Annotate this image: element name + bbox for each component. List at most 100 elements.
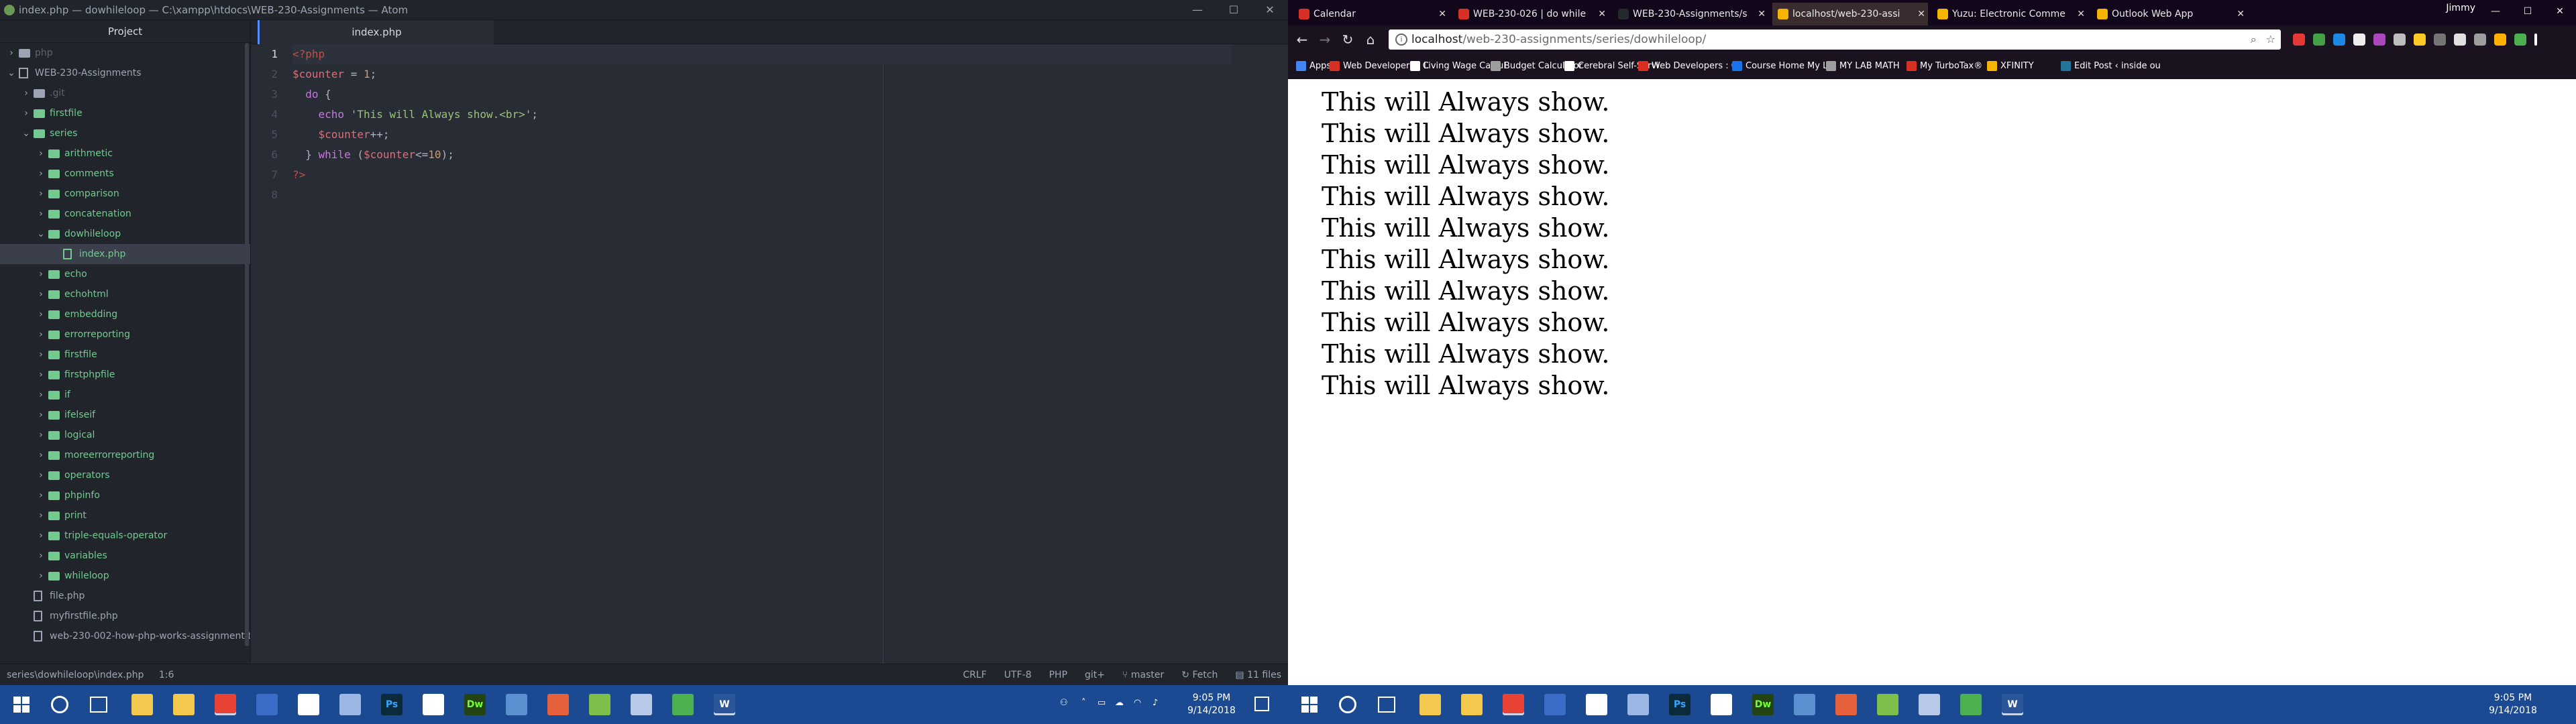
tree-folder-item[interactable]: › firstfile	[0, 103, 250, 123]
tree-folder-item[interactable]: › echohtml	[0, 284, 250, 304]
bookmark-item[interactable]: Web Developers : C	[1637, 54, 1737, 79]
close-button[interactable]: ✕	[1252, 0, 1288, 20]
app-cloud-icon[interactable]	[631, 694, 652, 715]
chrome-maximize-button[interactable]: ☐	[2512, 0, 2544, 25]
tree-folder-item[interactable]: › logical	[0, 425, 250, 445]
chevron-right-icon[interactable]: ›	[36, 184, 46, 204]
chevron-right-icon[interactable]: ›	[36, 425, 46, 445]
tree-folder-item[interactable]: › embedding	[0, 304, 250, 324]
chrome-tab[interactable]: Outlook Web App ✕	[2092, 3, 2247, 25]
store-icon[interactable]	[1461, 694, 1483, 715]
code-editor[interactable]: 1 2 3 4 5 6 7 8 <?php $counter = 1; do { echo '…	[251, 44, 1288, 664]
extension-icon[interactable]	[2293, 34, 2305, 46]
extension-icon[interactable]	[2373, 34, 2385, 46]
profile-name[interactable]: Jimmy	[2446, 3, 2475, 13]
status-git[interactable]: git+	[1085, 664, 1105, 686]
tree-folder-item[interactable]: › triple-equals-operator	[0, 526, 250, 546]
sticky-icon[interactable]	[672, 694, 694, 715]
chevron-down-icon[interactable]: ⌄	[36, 224, 46, 244]
chevron-right-icon[interactable]: ›	[36, 385, 46, 405]
extension-icon[interactable]	[2434, 34, 2446, 46]
tree-folder-item[interactable]: ⌄ series	[0, 123, 250, 143]
notifications-icon[interactable]	[1254, 697, 1269, 711]
dreamweaver-icon[interactable]: Dw	[464, 694, 486, 715]
chevron-right-icon[interactable]: ›	[36, 304, 46, 324]
tree-folder-item[interactable]: › .git	[0, 83, 250, 103]
chrome-minimize-button[interactable]: —	[2479, 0, 2512, 25]
chevron-right-icon[interactable]: ›	[21, 83, 31, 103]
taskbar-clock[interactable]: 9:05 PM 9/14/2018	[2486, 692, 2540, 717]
project-tab[interactable]: Project	[0, 20, 250, 43]
bookmark-star-icon[interactable]: ☆	[2266, 29, 2275, 50]
tree-folder-item[interactable]: › ifelseif	[0, 405, 250, 425]
chevron-right-icon[interactable]: ›	[7, 43, 16, 63]
tree-file-item[interactable]: myfirstfile.php	[0, 606, 250, 626]
extension-icon[interactable]	[2353, 34, 2365, 46]
status-files[interactable]: ▤ 11 files	[1235, 664, 1281, 686]
word-icon[interactable]: W	[714, 694, 735, 715]
tab-close-icon[interactable]: ✕	[1917, 3, 1925, 25]
chrome-close-button[interactable]: ✕	[2544, 0, 2576, 25]
task-view-icon[interactable]	[1378, 697, 1395, 713]
chevron-right-icon[interactable]: ›	[36, 284, 46, 304]
info-icon[interactable]: i	[1395, 34, 1407, 46]
tab-close-icon[interactable]: ✕	[1438, 3, 1446, 25]
mail-icon[interactable]	[1586, 694, 1607, 715]
file-explorer-icon[interactable]	[131, 694, 153, 715]
extension-icon[interactable]	[2494, 34, 2506, 46]
tree-folder-item[interactable]: ⌄ WEB-230-Assignments	[0, 63, 250, 83]
minimize-button[interactable]: —	[1179, 0, 1216, 20]
tab-index-php[interactable]: index.php	[258, 20, 494, 44]
word-icon[interactable]: W	[2002, 694, 2023, 715]
maps-icon[interactable]	[1544, 694, 1566, 715]
chrome-tab[interactable]: WEB-230-026 | do while ✕	[1453, 3, 1609, 25]
bookmark-item[interactable]: My TurboTax®	[1905, 54, 1986, 79]
wifi-icon[interactable]: ◠	[1134, 698, 1141, 708]
status-fetch[interactable]: ↻ Fetch	[1181, 664, 1218, 686]
forward-arrow-icon[interactable]: →	[1316, 31, 1334, 48]
tab-close-icon[interactable]: ✕	[2237, 3, 2245, 25]
status-branch[interactable]: ⑂ master	[1122, 664, 1164, 686]
app-arrow-icon[interactable]	[423, 694, 444, 715]
chrome-tab[interactable]: Calendar ✕	[1293, 3, 1449, 25]
tree-file-item[interactable]: web-230-002-how-php-works-assignment.t	[0, 626, 250, 646]
tree-folder-item[interactable]: › concatenation	[0, 204, 250, 224]
word-doc-icon[interactable]	[506, 694, 527, 715]
tree-folder-item[interactable]: › print	[0, 505, 250, 526]
tree-folder-item[interactable]: › whileloop	[0, 566, 250, 586]
onenote-icon[interactable]	[1627, 694, 1649, 715]
chrome-icon[interactable]	[215, 694, 236, 715]
file-explorer-icon[interactable]	[1419, 694, 1441, 715]
bookmark-item[interactable]: MY LAB MATH	[1825, 54, 1905, 79]
photoshop-icon[interactable]: Ps	[1669, 694, 1690, 715]
status-encoding[interactable]: UTF-8	[1004, 664, 1032, 686]
bookmark-item[interactable]: Web Developers : C	[1328, 54, 1429, 79]
chevron-down-icon[interactable]: ⌄	[21, 123, 31, 143]
chevron-right-icon[interactable]: ›	[36, 505, 46, 526]
chrome-tab[interactable]: Yuzu: Electronic Comme ✕	[1932, 3, 2088, 25]
tree-folder-item[interactable]: › php	[0, 43, 250, 63]
app-green-icon[interactable]	[589, 694, 610, 715]
photoshop-icon[interactable]: Ps	[381, 694, 402, 715]
people-icon[interactable]: ⚇	[1060, 698, 1068, 708]
bookmark-item[interactable]: Living Wage Calcul	[1409, 54, 1506, 79]
store-icon[interactable]	[173, 694, 195, 715]
status-grammar[interactable]: PHP	[1049, 664, 1067, 686]
chevron-right-icon[interactable]: ›	[36, 324, 46, 345]
tree-folder-item[interactable]: › comparison	[0, 184, 250, 204]
chevron-right-icon[interactable]: ›	[36, 445, 46, 465]
app-cloud-icon[interactable]	[1919, 694, 1940, 715]
chevron-right-icon[interactable]: ›	[36, 345, 46, 365]
onedrive-icon[interactable]: ☁	[1115, 698, 1124, 708]
chevron-right-icon[interactable]: ›	[36, 204, 46, 224]
tree-folder-item[interactable]: › variables	[0, 546, 250, 566]
sticky-icon[interactable]	[1960, 694, 1982, 715]
extension-icon[interactable]	[2414, 34, 2426, 46]
battery-icon[interactable]: ▭	[1097, 698, 1106, 708]
search-icon[interactable]	[1339, 696, 1356, 713]
bookmark-item[interactable]: Cerebral Self-Servi	[1563, 54, 1659, 79]
tree-folder-item[interactable]: › operators	[0, 465, 250, 485]
extension-icon[interactable]	[2313, 34, 2325, 46]
maps-icon[interactable]	[256, 694, 278, 715]
chevron-right-icon[interactable]: ›	[36, 405, 46, 425]
